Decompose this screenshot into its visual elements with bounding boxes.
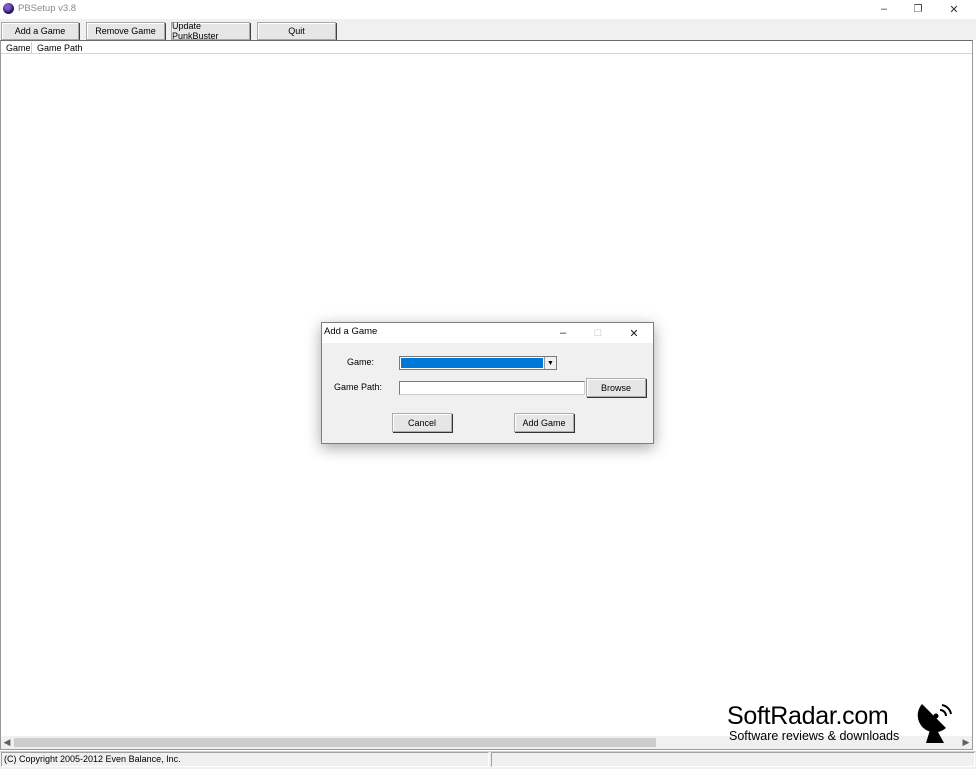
browse-button[interactable]: Browse — [586, 378, 646, 397]
close-button[interactable]: ✕ — [936, 0, 972, 18]
scroll-right-icon[interactable]: ▶ — [960, 736, 972, 749]
quit-button[interactable]: Quit — [257, 22, 336, 40]
game-path-label: Game Path: — [334, 382, 383, 392]
chevron-down-icon[interactable]: ▼ — [544, 357, 556, 369]
dialog-title: Add a Game — [324, 326, 378, 337]
status-pane — [491, 752, 975, 767]
column-header-game[interactable]: Game — [1, 42, 32, 54]
minimize-button[interactable]: – — [866, 0, 902, 18]
dialog-minimize-button[interactable]: – — [546, 323, 580, 343]
dialog-close-button[interactable]: ✕ — [617, 323, 651, 343]
watermark-title: SoftRadar.com — [727, 702, 889, 730]
scrollbar-thumb[interactable] — [14, 738, 656, 747]
app-icon — [3, 3, 14, 14]
update-punkbuster-button[interactable]: Update PunkBuster — [171, 21, 250, 41]
status-copyright: (C) Copyright 2005-2012 Even Balance, In… — [1, 752, 489, 767]
title-bar — [0, 0, 976, 18]
satellite-dish-icon — [917, 704, 952, 743]
restore-button[interactable]: ❐ — [900, 0, 936, 18]
game-dropdown-selection[interactable] — [401, 358, 543, 368]
add-game-confirm-button[interactable]: Add Game — [514, 413, 574, 432]
add-game-button[interactable]: Add a Game — [1, 22, 79, 40]
game-path-input[interactable] — [399, 381, 585, 395]
dialog-maximize-button: □ — [594, 327, 602, 339]
window-title: PBSetup v3.8 — [18, 3, 77, 14]
column-header-game-path[interactable]: Game Path — [32, 42, 972, 54]
cancel-button[interactable]: Cancel — [392, 413, 452, 432]
watermark-subtitle: Software reviews & downloads — [729, 729, 900, 743]
remove-game-button[interactable]: Remove Game — [86, 22, 165, 40]
scroll-left-icon[interactable]: ◀ — [1, 736, 13, 749]
game-label: Game: — [347, 357, 375, 367]
